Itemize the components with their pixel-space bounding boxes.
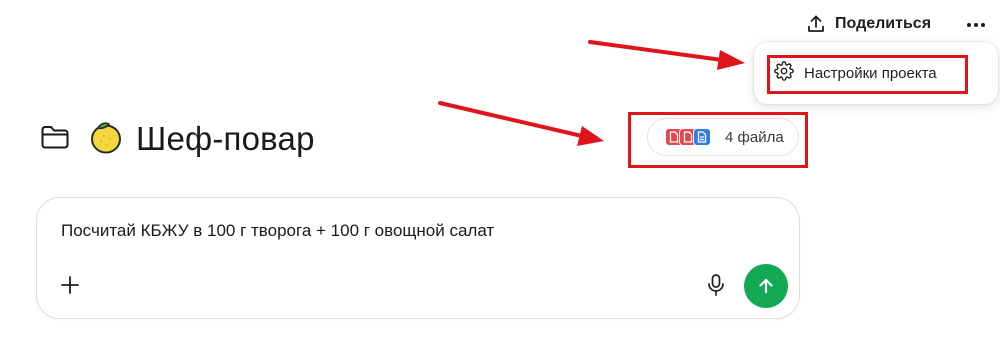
- arrow-to-settings: [588, 40, 724, 62]
- plus-icon: [61, 276, 79, 294]
- arrow-to-files: [438, 101, 584, 138]
- arrowhead-settings: [717, 50, 745, 70]
- more-options-button[interactable]: [962, 12, 990, 36]
- share-label: Поделиться: [835, 15, 932, 32]
- voice-input-button[interactable]: [705, 273, 727, 297]
- page: Поделиться Настройки проекта Шеф-повар 4…: [0, 0, 1000, 343]
- arrowhead-files: [577, 126, 604, 146]
- share-button[interactable]: Поделиться: [806, 9, 931, 39]
- more-horizontal-icon: [966, 15, 986, 33]
- folder-icon: [40, 124, 70, 155]
- message-composer: [36, 197, 800, 319]
- send-button[interactable]: [744, 264, 788, 308]
- add-attachment-button[interactable]: [59, 274, 81, 296]
- lemon-emoji: [88, 119, 124, 160]
- page-title: Шеф-повар: [136, 120, 315, 157]
- highlight-box-settings: [767, 55, 968, 94]
- highlight-box-files: [628, 112, 808, 168]
- microphone-icon: [708, 274, 724, 296]
- upload-icon: [806, 14, 826, 34]
- project-header: Шеф-повар: [40, 118, 315, 160]
- arrow-up-icon: [759, 278, 773, 294]
- message-input[interactable]: [61, 221, 761, 241]
